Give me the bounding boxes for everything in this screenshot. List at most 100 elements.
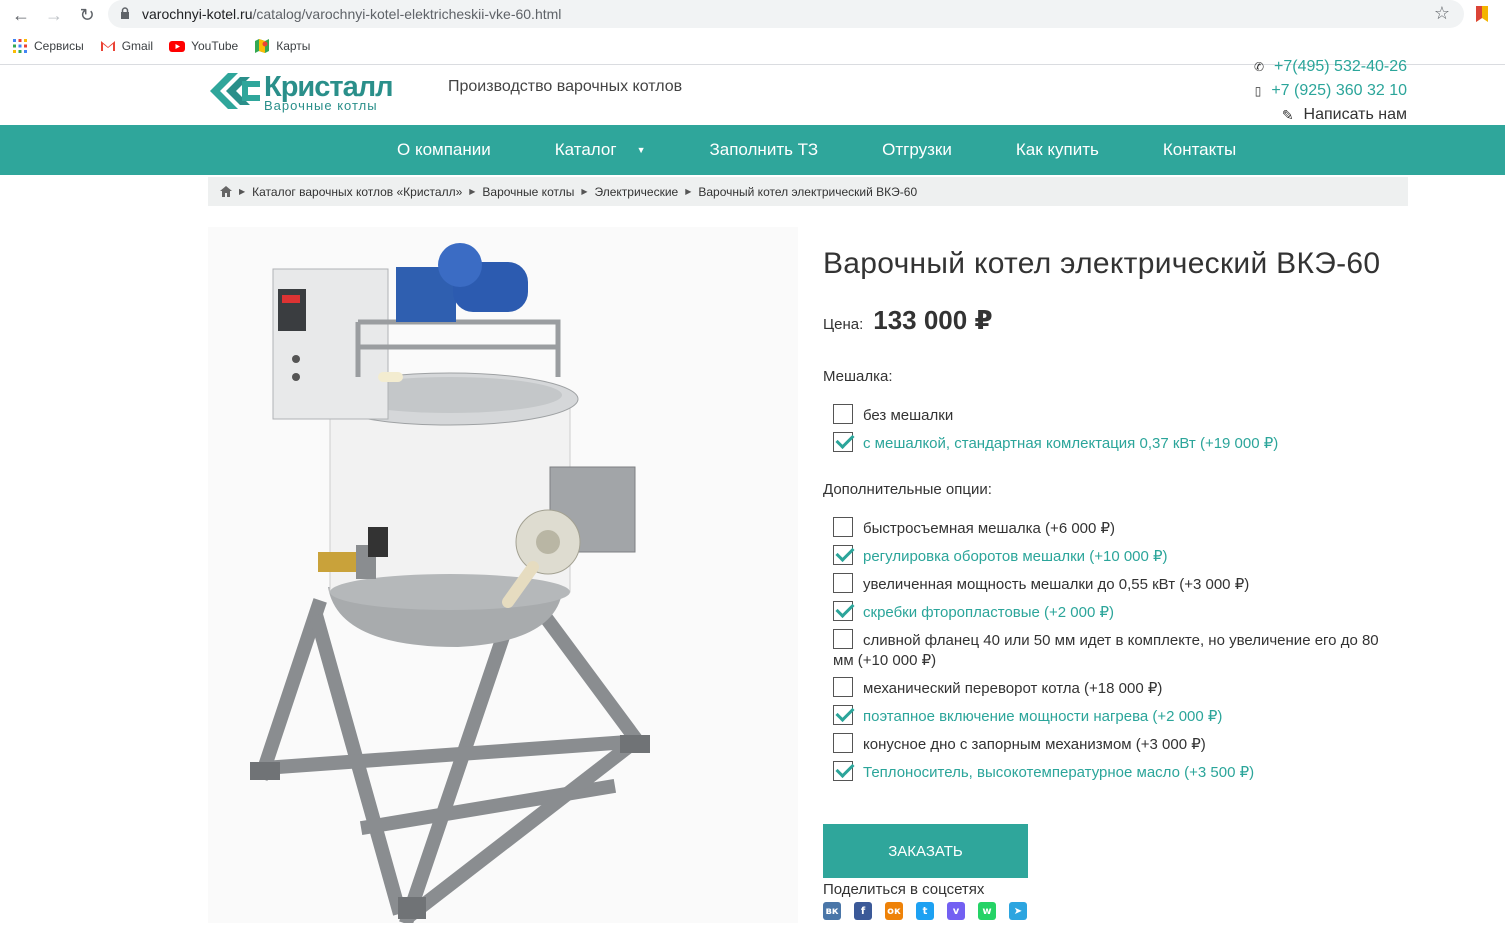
nav-label: Заполнить ТЗ bbox=[709, 140, 819, 159]
extra-option-staged-heating[interactable]: поэтапное включение мощности нагрева (+2… bbox=[833, 705, 1393, 727]
bookmark-gmail[interactable]: Gmail bbox=[100, 38, 153, 54]
extra-option-flange[interactable]: сливной фланец 40 или 50 мм идет в компл… bbox=[833, 629, 1393, 671]
twitter-glyph: t bbox=[922, 905, 928, 917]
checkbox[interactable] bbox=[833, 573, 853, 593]
bookmark-star-icon[interactable]: ☆ bbox=[1434, 3, 1450, 24]
mobile-icon: ▯ bbox=[1254, 84, 1262, 98]
extra-option-tilt[interactable]: механический переворот котла (+18 000 ₽) bbox=[833, 677, 1393, 699]
vk-icon[interactable]: вк bbox=[823, 902, 841, 920]
checkbox[interactable] bbox=[833, 677, 853, 697]
twitter-icon[interactable]: t bbox=[916, 902, 934, 920]
extra-options-label: Дополнительные опции: bbox=[823, 481, 992, 498]
checkbox-checked[interactable] bbox=[833, 545, 853, 565]
whatsapp-glyph: w bbox=[982, 905, 992, 917]
facebook-icon[interactable]: f bbox=[854, 902, 872, 920]
odnoklassniki-icon[interactable]: ок bbox=[885, 902, 903, 920]
lock-icon bbox=[121, 7, 129, 19]
mixer-group-label: Мешалка: bbox=[823, 368, 893, 385]
write-us-link[interactable]: ✎ Написать нам bbox=[1254, 103, 1407, 127]
contacts-block: ✆ +7(495) 532-40-26 ▯ +7 (925) 360 32 10 ✎… bbox=[1254, 55, 1407, 127]
nav-item-contacts[interactable]: Контакты bbox=[1131, 125, 1268, 175]
price-label: Цена: bbox=[823, 316, 864, 333]
product-image[interactable] bbox=[208, 227, 798, 927]
edit-icon: ✎ bbox=[1281, 106, 1294, 123]
chevron-down-icon: ▼ bbox=[636, 145, 646, 155]
checkbox[interactable] bbox=[833, 517, 853, 537]
phone-line-1[interactable]: ✆ +7(495) 532-40-26 bbox=[1254, 55, 1407, 79]
phone-number-1[interactable]: +7(495) 532-40-26 bbox=[1274, 58, 1407, 76]
gmail-icon bbox=[100, 41, 115, 51]
telegram-icon[interactable]: ➤ bbox=[1009, 902, 1027, 920]
home-icon[interactable] bbox=[220, 186, 232, 197]
whatsapp-icon[interactable]: w bbox=[978, 902, 996, 920]
write-us-label: Написать нам bbox=[1303, 106, 1407, 123]
checkbox[interactable] bbox=[833, 629, 853, 649]
phone-icon: ✆ bbox=[1253, 60, 1265, 74]
telegram-glyph: ➤ bbox=[1013, 905, 1023, 917]
breadcrumb: ▶ Каталог варочных котлов «Кристалл» ▶ В… bbox=[208, 177, 1408, 206]
bookmark-label: Сервисы bbox=[34, 39, 84, 53]
breadcrumb-link[interactable]: Варочные котлы bbox=[482, 185, 574, 199]
checkbox-checked[interactable] bbox=[833, 432, 853, 452]
nav-label: Отгрузки bbox=[882, 140, 952, 159]
nav-item-how-to-buy[interactable]: Как купить bbox=[984, 125, 1131, 175]
maps-icon bbox=[255, 39, 270, 53]
order-button[interactable]: ЗАКАЗАТЬ bbox=[823, 824, 1028, 878]
option-label: Теплоноситель, высокотемпературное масло… bbox=[863, 764, 1255, 781]
cooking-kettle-illustration bbox=[250, 243, 650, 927]
extra-option-quick-mixer[interactable]: быстросъемная мешалка (+6 000 ₽) bbox=[833, 517, 1393, 539]
checkbox[interactable] bbox=[833, 404, 853, 424]
nav-label: Каталог bbox=[554, 140, 617, 159]
breadcrumb-current: Варочный котел электрический ВКЭ-60 bbox=[698, 184, 918, 199]
nav-label: Как купить bbox=[1015, 140, 1099, 159]
nav-label: О компании bbox=[397, 140, 491, 159]
extra-option-mixer-power[interactable]: увеличенная мощность мешалки до 0,55 кВт… bbox=[833, 573, 1393, 595]
reload-icon[interactable]: ↻ bbox=[76, 4, 98, 26]
chevron-right-icon: ▶ bbox=[581, 187, 588, 196]
ok-glyph: ок bbox=[887, 905, 901, 917]
phone-line-2[interactable]: ▯ +7 (925) 360 32 10 bbox=[1254, 79, 1407, 103]
bookmark-services[interactable]: Сервисы bbox=[12, 38, 84, 54]
chevron-right-icon: ▶ bbox=[239, 187, 246, 196]
mixer-option-standard[interactable]: с мешалкой, стандартная комлектация 0,37… bbox=[833, 432, 1393, 454]
vk-glyph: вк bbox=[825, 905, 839, 917]
bookmarks-bar: Сервисы Gmail YouTube Карты bbox=[12, 36, 326, 56]
nav-item-catalog[interactable]: Каталог ▼ bbox=[523, 125, 678, 175]
phone-number-2[interactable]: +7 (925) 360 32 10 bbox=[1271, 82, 1407, 100]
kristall-logo-icon bbox=[210, 73, 260, 109]
social-share-bar: вк f ок t v w ➤ bbox=[823, 902, 1040, 920]
nav-item-shipments[interactable]: Отгрузки bbox=[850, 125, 984, 175]
youtube-icon bbox=[169, 41, 186, 52]
viber-icon[interactable]: v bbox=[947, 902, 965, 920]
extra-option-speed-control[interactable]: регулировка оборотов мешалки (+10 000 ₽) bbox=[833, 545, 1393, 567]
option-label: поэтапное включение мощности нагрева (+2… bbox=[863, 708, 1223, 725]
extra-option-oil[interactable]: Теплоноситель, высокотемпературное масло… bbox=[833, 761, 1393, 783]
bookmark-label: Gmail bbox=[121, 39, 154, 53]
logo-subtitle: Варочные котлы bbox=[264, 98, 378, 113]
option-label: скребки фторопластовые (+2 000 ₽) bbox=[863, 604, 1115, 621]
checkbox-checked[interactable] bbox=[833, 761, 853, 781]
address-bar[interactable]: varochnyi-kotel.ru/catalog/varochnyi-kot… bbox=[108, 0, 1464, 28]
facebook-glyph: f bbox=[860, 905, 866, 917]
bookmark-youtube[interactable]: YouTube bbox=[169, 38, 238, 54]
nav-item-spec[interactable]: Заполнить ТЗ bbox=[678, 125, 851, 175]
site-tagline: Производство варочных котлов bbox=[448, 78, 683, 95]
bookmark-maps[interactable]: Карты bbox=[254, 38, 310, 54]
site-logo[interactable]: Кристалл Варочные котлы bbox=[208, 69, 398, 113]
back-icon[interactable]: ← bbox=[10, 4, 32, 26]
forward-icon[interactable]: → bbox=[43, 4, 65, 26]
breadcrumb-link[interactable]: Электрические bbox=[595, 185, 679, 199]
checkbox[interactable] bbox=[833, 733, 853, 753]
bookmark-label: YouTube bbox=[191, 39, 239, 53]
extra-option-cone-bottom[interactable]: конусное дно с запорным механизмом (+3 0… bbox=[833, 733, 1393, 755]
nav-item-about[interactable]: О компании bbox=[365, 125, 523, 175]
checkbox-checked[interactable] bbox=[833, 601, 853, 621]
extension-icon[interactable] bbox=[1476, 6, 1488, 22]
checkbox-checked[interactable] bbox=[833, 705, 853, 725]
breadcrumb-link[interactable]: Каталог варочных котлов «Кристалл» bbox=[252, 185, 462, 199]
extra-option-scrapers[interactable]: скребки фторопластовые (+2 000 ₽) bbox=[833, 601, 1393, 623]
option-label: конусное дно с запорным механизмом (+3 0… bbox=[863, 736, 1206, 753]
mixer-option-none[interactable]: без мешалки bbox=[833, 404, 1393, 426]
price-row: Цена: 133 000 ₽ bbox=[823, 305, 993, 336]
url-path: /catalog/varochnyi-kotel-elektricheskii-… bbox=[252, 6, 562, 22]
